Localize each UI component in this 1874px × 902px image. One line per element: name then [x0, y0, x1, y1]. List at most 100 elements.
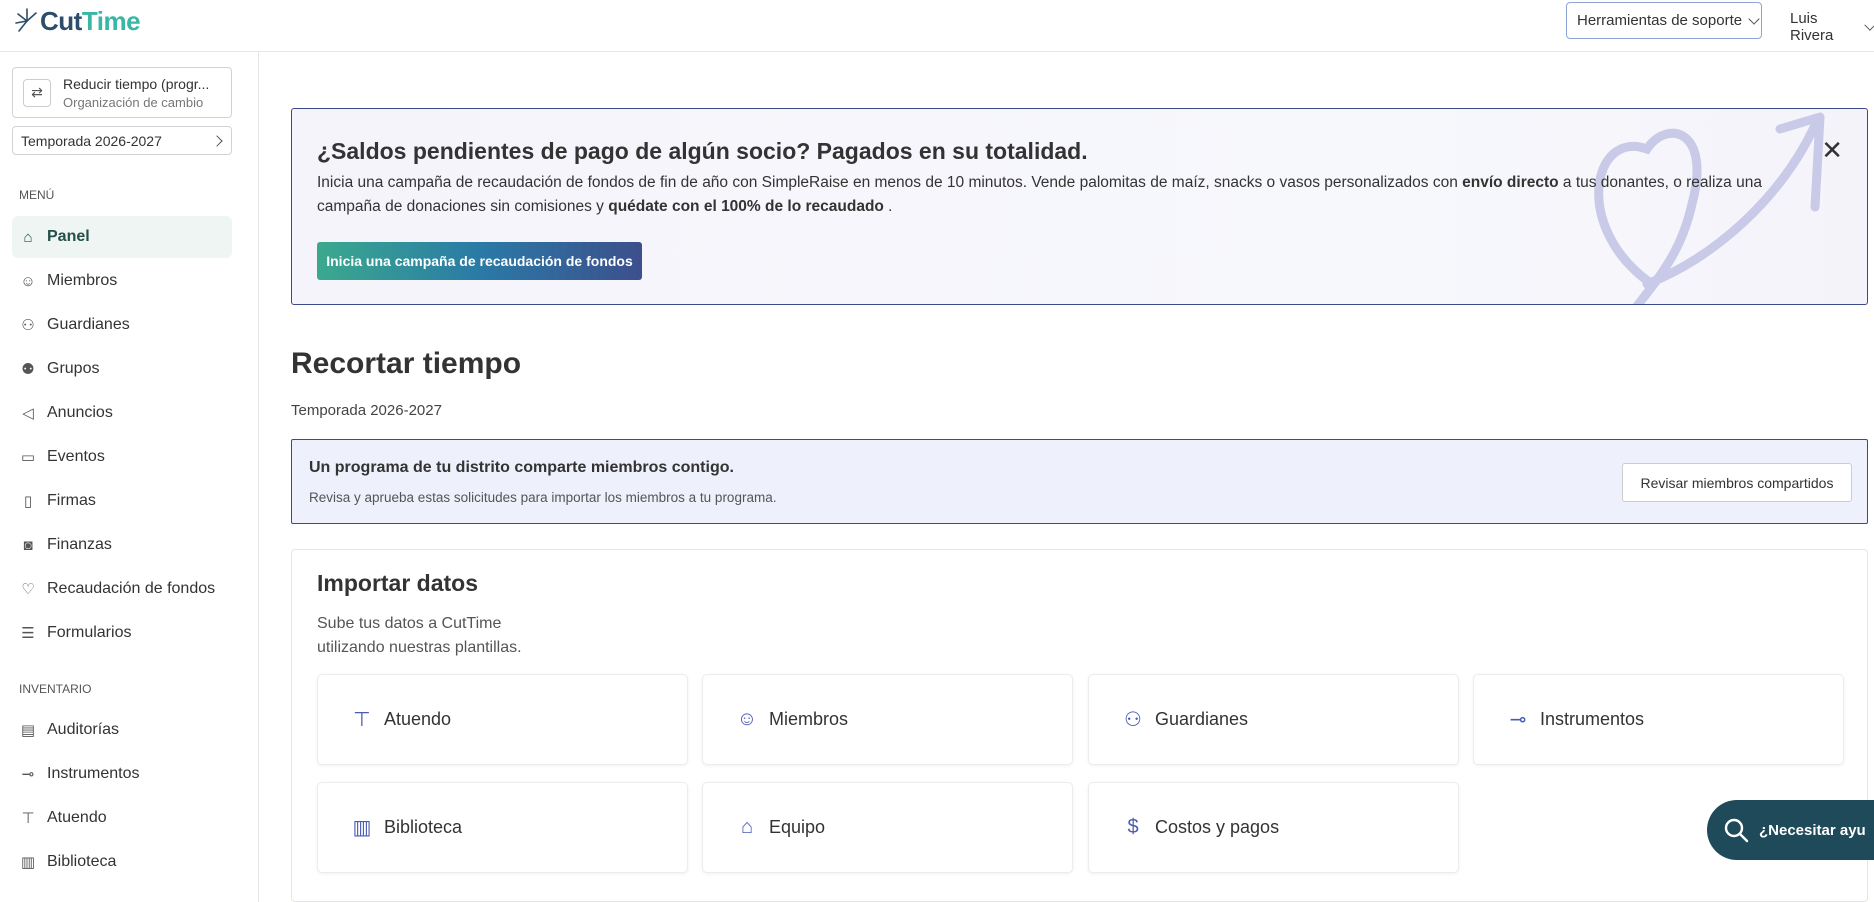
logo-text-time: Time [81, 5, 141, 36]
tile-label: Miembros [769, 709, 849, 729]
start-fundraiser-button[interactable]: Inicia una campaña de recaudación de fon… [317, 242, 642, 280]
import-tile-instrumentos[interactable]: ⊸ Instrumentos [1473, 674, 1844, 765]
checklist-icon: ☰ [21, 625, 35, 642]
sidebar-item-firmas[interactable]: ▯ Firmas [12, 480, 232, 522]
sidebar-item-label: Instrumentos [47, 765, 140, 782]
inventory-section-label: INVENTARIO [19, 682, 92, 696]
sidebar-item-label: Miembros [47, 272, 118, 289]
banner-text: Inicia una campaña de recaudación de fon… [317, 174, 1762, 215]
shirt-icon: ⊤ [21, 810, 35, 827]
user-name: Luis Rivera [1790, 10, 1834, 44]
tile-label: Guardianes [1155, 709, 1249, 729]
sidebar-item-label: Atuendo [47, 809, 107, 826]
sidebar-item-biblioteca[interactable]: ▥ Biblioteca [12, 841, 232, 883]
top-header: Cut Time Herramientas de soporte Luis Riv… [0, 0, 1874, 52]
tile-label: Equipo [769, 817, 826, 837]
org-switcher[interactable]: ⇄ Reducir tiempo (progr... Organización … [12, 67, 232, 118]
heart-icon: ♡ [21, 581, 35, 598]
import-tile-atuendo[interactable]: ⊤ Atuendo [317, 674, 688, 765]
sidebar-item-instrumentos[interactable]: ⊸ Instrumentos [12, 753, 232, 795]
dollar-icon: $ [1127, 816, 1139, 838]
sidebar-item-label: Guardianes [47, 316, 130, 333]
sidebar-item-miembros[interactable]: ☺ Miembros [12, 260, 232, 302]
groups-icon: ⚉ [21, 361, 35, 378]
book-icon: ▥ [20, 854, 36, 871]
banner-title: ¿Saldos pendientes de pago de algún soci… [317, 138, 1088, 164]
import-tile-miembros[interactable]: ☺ Miembros [702, 674, 1073, 765]
switch-arrows-icon: ⇄ [23, 78, 51, 107]
import-tile-guardianes[interactable]: ⚇ Guardianes [1088, 674, 1459, 765]
tile-label: Biblioteca [384, 817, 463, 837]
sidebar-item-label: Recaudación de fondos [47, 580, 216, 597]
chevron-right-icon [211, 134, 223, 147]
trumpet-icon: ⊸ [21, 766, 35, 783]
clipboard-icon: ▤ [20, 722, 36, 739]
tile-label: Instrumentos [1540, 709, 1645, 729]
sidebar-item-formularios[interactable]: ☰ Formularios [12, 612, 232, 654]
sidebar-item-auditorias[interactable]: ▤ Auditorías [12, 709, 232, 751]
user-menu[interactable]: Luis Rivera [1790, 10, 1874, 44]
notice-title: Un programa de tu distrito comparte miem… [309, 459, 734, 476]
chevron-down-icon [1864, 19, 1874, 31]
import-data-card: Importar datos Sube tus datos a CutTime … [291, 549, 1868, 902]
sidebar-item-label: Panel [47, 228, 90, 245]
chevron-down-icon [1748, 12, 1760, 25]
notice-text: Revisa y aprueba estas solicitudes para … [309, 490, 777, 505]
sidebar-item-label: Biblioteca [47, 853, 117, 870]
sidebar-item-atuendo[interactable]: ⊤ Atuendo [12, 797, 232, 839]
fundraising-banner: ¿Saldos pendientes de pago de algún soci… [291, 108, 1868, 305]
shirt-icon: ⊤ [353, 709, 371, 731]
close-icon[interactable]: ✕ [1821, 137, 1843, 163]
import-tile-costos-pagos[interactable]: $ Costos y pagos [1088, 782, 1459, 873]
megaphone-icon: ◁ [22, 405, 34, 422]
sidebar-item-finanzas[interactable]: ◙ Finanzas [12, 524, 232, 566]
menu-section-label: MENÚ [19, 188, 55, 202]
home-icon: ⌂ [23, 228, 33, 246]
calendar-icon: ▭ [20, 449, 36, 466]
org-type: Organización de cambio [63, 94, 204, 110]
help-label: ¿Necesitar ayu [1759, 821, 1866, 839]
page-title: Recortar tiempo [291, 347, 522, 380]
season-label: Temporada 2026-2027 [21, 132, 162, 149]
sidebar-item-label: Firmas [47, 492, 96, 509]
tile-label: Costos y pagos [1155, 817, 1280, 837]
review-shared-members-button[interactable]: Revisar miembros compartidos [1622, 463, 1852, 502]
sidebar-item-guardianes[interactable]: ⚇ Guardianes [12, 304, 232, 346]
sidebar-item-panel[interactable]: ⌂ Panel [12, 216, 232, 258]
help-widget-button[interactable]: ¿Necesitar ayu [1707, 800, 1874, 860]
document-icon: ▯ [23, 493, 33, 510]
sidebar: ⇄ Reducir tiempo (progr... Organización … [0, 52, 259, 902]
support-tools-dropdown[interactable]: Herramientas de soporte [1566, 2, 1762, 39]
sidebar-item-label: Finanzas [47, 536, 112, 553]
sidebar-item-label: Formularios [47, 624, 132, 641]
cuttime-logo[interactable]: Cut Time [14, 4, 141, 38]
guardians-icon: ⚇ [21, 317, 35, 334]
finance-icon: ◙ [23, 536, 33, 554]
import-tile-biblioteca[interactable]: ▥ Biblioteca [317, 782, 688, 873]
sidebar-item-label: Anuncios [47, 404, 113, 421]
logo-burst-icon [15, 8, 37, 32]
sidebar-item-grupos[interactable]: ⚉ Grupos [12, 348, 232, 390]
shared-members-notice: Un programa de tu distrito comparte miem… [291, 439, 1868, 524]
import-description: Sube tus datos a CutTime utilizando nues… [317, 615, 522, 656]
sidebar-item-recaudacion[interactable]: ♡ Recaudación de fondos [12, 568, 232, 610]
support-tools-label: Herramientas de soporte [1577, 12, 1743, 29]
equipment-icon: ⌂ [740, 816, 754, 838]
page-season: Temporada 2026-2027 [291, 402, 442, 419]
guardians-icon: ⚇ [1124, 709, 1142, 731]
sidebar-item-label: Auditorías [47, 721, 120, 738]
sidebar-item-eventos[interactable]: ▭ Eventos [12, 436, 232, 478]
sidebar-item-label: Grupos [47, 360, 100, 377]
members-icon: ☺ [20, 272, 36, 290]
members-icon: ☺ [736, 708, 758, 730]
import-tile-equipo[interactable]: ⌂ Equipo [702, 782, 1073, 873]
import-title: Importar datos [317, 570, 479, 596]
search-icon [1724, 818, 1749, 843]
tile-label: Atuendo [384, 709, 452, 729]
season-selector[interactable]: Temporada 2026-2027 [12, 126, 232, 155]
org-name: Reducir tiempo (progr... [63, 75, 210, 92]
sidebar-item-anuncios[interactable]: ◁ Anuncios [12, 392, 232, 434]
logo-text-cut: Cut [40, 5, 82, 36]
sidebar-item-label: Eventos [47, 448, 105, 465]
book-icon: ▥ [352, 817, 372, 839]
